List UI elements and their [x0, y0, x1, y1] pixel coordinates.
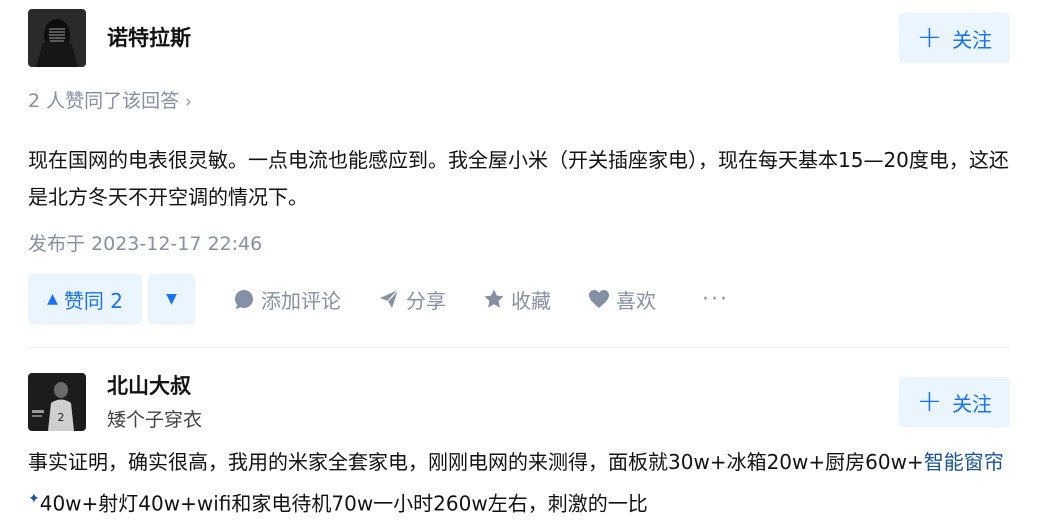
triangle-down-icon: ▼ [166, 291, 177, 307]
content-text: 40w+射灯40w+wifi和家电待机70w一小时260w左右，刺激的一比 [39, 491, 648, 516]
follow-label: 关注 [952, 391, 993, 416]
author-bio: 矮个子穿衣 [107, 409, 203, 431]
action-bar: ▲ 赞同 2 ▼ 添加评论 分享 收藏 喜欢 ··· [28, 274, 729, 324]
avatar[interactable] [28, 9, 86, 67]
plus-icon: + [916, 384, 943, 419]
share-label: 分享 [406, 288, 446, 313]
triangle-up-icon: ▲ [47, 291, 58, 307]
plus-icon: + [916, 20, 943, 55]
vote-down-button[interactable]: ▼ [148, 274, 195, 324]
publish-time[interactable]: 发布于 2023-12-17 22:46 [28, 229, 262, 256]
like-label: 喜欢 [616, 288, 656, 313]
answer-content: 现在国网的电表很灵敏。一点电流也能感应到。我全屋小米（开关插座家电），现在每天基… [28, 148, 1009, 209]
answer-card: 诺特拉斯 + 关注 2 人赞同了该回答 › 现在国网的电表很灵敏。一点电流也能感应… [28, 0, 1010, 348]
avatar[interactable]: 2 [28, 373, 86, 431]
like-button[interactable]: 喜欢 [588, 285, 656, 314]
comment-button[interactable]: 添加评论 [233, 285, 341, 314]
follow-button[interactable]: + 关注 [899, 13, 1010, 63]
sparkle-icon: ✦ [28, 491, 40, 507]
follow-label: 关注 [952, 27, 993, 52]
content-text: 事实证明，确实很高，我用的米家全套家电，刚刚电网的来测得，面板就30w+冰箱20… [28, 450, 924, 474]
vote-up-label: 赞同 2 [63, 288, 123, 313]
share-button[interactable]: 分享 [378, 285, 446, 314]
voters-text: 2 人赞同了该回答 [28, 90, 180, 112]
author-name[interactable]: 北山大叔 [107, 370, 191, 400]
collect-label: 收藏 [511, 288, 551, 313]
star-icon [484, 289, 504, 308]
follow-button[interactable]: + 关注 [899, 377, 1010, 427]
author-name[interactable]: 诺特拉斯 [107, 22, 191, 52]
paper-plane-icon [380, 289, 399, 308]
more-button[interactable]: ··· [702, 287, 729, 312]
comment-label: 添加评论 [261, 288, 341, 313]
keyword-link[interactable]: 智能窗帘 [924, 450, 1004, 474]
comment-icon [235, 290, 253, 309]
answer-content: 事实证明，确实很高，我用的米家全套家电，刚刚电网的来测得，面板就30w+冰箱20… [28, 444, 1010, 523]
chevron-right-icon: › [185, 92, 192, 112]
heart-icon [589, 290, 609, 308]
more-icon: ··· [702, 286, 729, 312]
svg-text:2: 2 [58, 411, 65, 424]
collect-button[interactable]: 收藏 [483, 285, 551, 314]
voters-link[interactable]: 2 人赞同了该回答 › [28, 86, 192, 113]
answer-card: 2 北山大叔 矮个子穿衣 + 关注 事实证明，确实很高，我用的米家全套家电，刚刚… [28, 348, 1010, 525]
vote-up-button[interactable]: ▲ 赞同 2 [28, 274, 142, 324]
